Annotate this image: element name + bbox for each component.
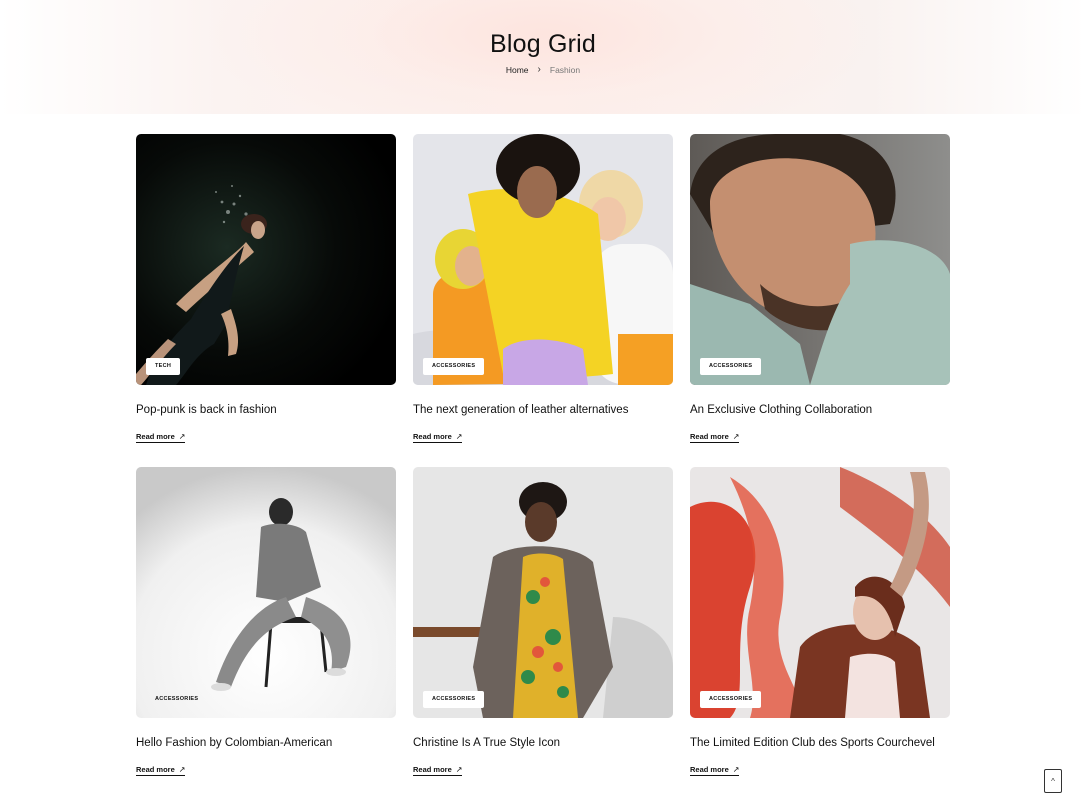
breadcrumb: Home › Fashion (0, 64, 1086, 76)
post-title[interactable]: The Limited Edition Club des Sports Cour… (690, 737, 935, 749)
post-image-link[interactable]: ACCESSORIES (136, 467, 396, 718)
post-image (690, 467, 950, 718)
read-more-link[interactable]: Read more ↗ (690, 765, 740, 776)
arrow-up-right-icon: ↗ (455, 432, 463, 441)
blog-card: ACCESSORIES The Limited Edition Club des… (690, 467, 950, 776)
read-more-label: Read more (136, 432, 175, 441)
read-more-link[interactable]: Read more ↗ (413, 432, 463, 443)
post-image-link[interactable]: ACCESSORIES (690, 467, 950, 718)
arrow-up-right-icon: ↗ (455, 765, 463, 774)
category-tag[interactable]: ACCESSORIES (423, 691, 485, 708)
arrow-up-right-icon: ↗ (178, 432, 186, 441)
post-title[interactable]: Christine Is A True Style Icon (413, 737, 560, 749)
chevron-right-icon: › (537, 64, 541, 75)
post-image (136, 467, 396, 718)
read-more-label: Read more (690, 765, 729, 774)
post-image (136, 134, 396, 385)
post-image (690, 134, 950, 385)
post-image-link[interactable]: ACCESSORIES (413, 467, 673, 718)
post-image-link[interactable]: ACCESSORIES (690, 134, 950, 385)
category-tag[interactable]: ACCESSORIES (700, 691, 762, 708)
chevron-up-icon: ^ (1051, 776, 1055, 786)
post-title[interactable]: Pop-punk is back in fashion (136, 404, 277, 416)
post-title[interactable]: An Exclusive Clothing Collaboration (690, 404, 872, 416)
arrow-up-right-icon: ↗ (732, 765, 740, 774)
read-more-link[interactable]: Read more ↗ (413, 765, 463, 776)
read-more-label: Read more (136, 765, 175, 774)
category-tag[interactable]: ACCESSORIES (700, 358, 762, 375)
blog-card: TECH Pop-punk is back in fashion Read mo… (136, 134, 396, 443)
arrow-up-right-icon: ↗ (732, 432, 740, 441)
blog-card: ACCESSORIES Hello Fashion by Colombian-A… (136, 467, 396, 776)
blog-card: ACCESSORIES The next generation of leath… (413, 134, 673, 443)
read-more-label: Read more (413, 765, 452, 774)
breadcrumb-current: Fashion (549, 65, 581, 75)
post-image (413, 467, 673, 718)
read-more-label: Read more (413, 432, 452, 441)
post-image (413, 134, 673, 385)
post-image-link[interactable]: TECH (136, 134, 396, 385)
post-title[interactable]: The next generation of leather alternati… (413, 404, 628, 416)
post-title[interactable]: Hello Fashion by Colombian-American (136, 737, 332, 749)
read-more-link[interactable]: Read more ↗ (136, 765, 186, 776)
page-title: Blog Grid (489, 30, 596, 58)
read-more-label: Read more (690, 432, 729, 441)
category-tag[interactable]: TECH (146, 358, 181, 375)
arrow-up-right-icon: ↗ (178, 765, 186, 774)
post-image-link[interactable]: ACCESSORIES (413, 134, 673, 385)
breadcrumb-home-link[interactable]: Home (506, 65, 529, 75)
read-more-link[interactable]: Read more ↗ (690, 432, 740, 443)
blog-card: ACCESSORIES An Exclusive Clothing Collab… (690, 134, 950, 443)
blog-card: ACCESSORIES Christine Is A True Style Ic… (413, 467, 673, 776)
scroll-to-top-button[interactable]: ^ (1044, 769, 1062, 793)
page: Blog Grid Home › Fashion TECH Pop-punk i… (0, 0, 1086, 794)
page-header-banner: Blog Grid Home › Fashion (0, 0, 1086, 114)
category-tag[interactable]: ACCESSORIES (423, 358, 485, 375)
read-more-link[interactable]: Read more ↗ (136, 432, 186, 443)
category-tag[interactable]: ACCESSORIES (146, 691, 207, 708)
